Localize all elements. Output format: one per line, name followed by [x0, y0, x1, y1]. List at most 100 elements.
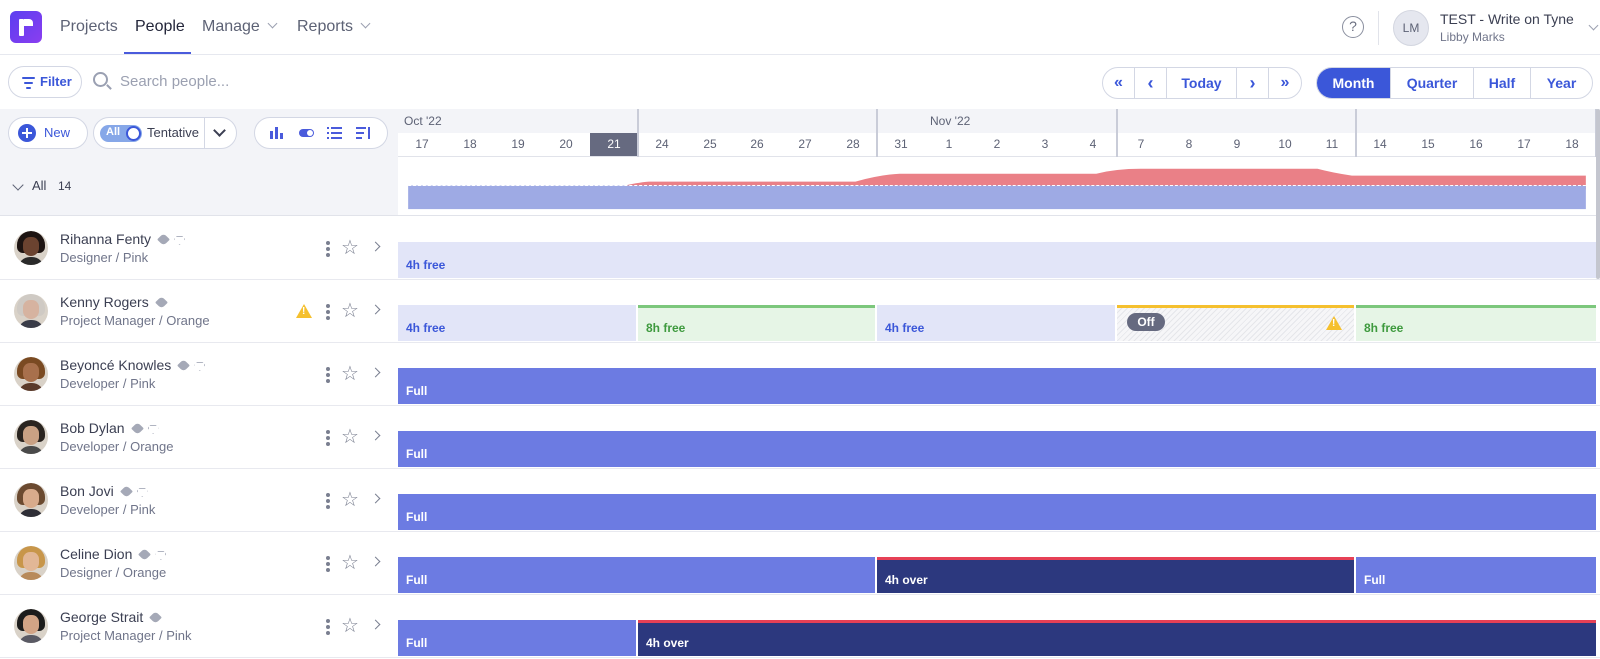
chevron-right-icon[interactable] [370, 619, 381, 630]
favorite-star-icon[interactable]: ☆ [341, 616, 359, 636]
person-name[interactable]: George Strait [60, 609, 163, 625]
collapse-chevron-icon[interactable] [12, 179, 24, 191]
allocation-full[interactable]: Full [1356, 557, 1596, 593]
favorite-star-icon[interactable]: ☆ [341, 553, 359, 573]
bar-chart-icon[interactable] [268, 124, 286, 142]
person-name[interactable]: Bon Jovi [60, 483, 148, 499]
allocation-freeg[interactable]: 8h free [638, 305, 875, 341]
prev-page-icon[interactable]: ‹ [1135, 68, 1167, 98]
favorite-star-icon[interactable]: ☆ [341, 301, 359, 321]
nav-reports[interactable]: Reports [297, 0, 371, 54]
last-page-icon[interactable]: » [1269, 68, 1301, 98]
list-icon[interactable] [326, 124, 344, 142]
day-label: 26 [733, 133, 781, 156]
favorite-star-icon[interactable]: ☆ [341, 238, 359, 258]
divider [204, 118, 205, 148]
avatar[interactable] [14, 609, 48, 643]
chevron-right-icon[interactable] [370, 430, 381, 441]
allocation-full[interactable]: Full [398, 620, 636, 656]
day-label: 31 [877, 133, 925, 156]
view-year-button[interactable]: Year [1531, 68, 1592, 98]
favorite-star-icon[interactable]: ☆ [341, 427, 359, 447]
favorite-star-icon[interactable]: ☆ [341, 364, 359, 384]
account-avatar[interactable]: LM [1393, 10, 1429, 46]
help-icon[interactable]: ? [1342, 16, 1364, 38]
person-role: Developer / Orange [60, 439, 174, 454]
person-info[interactable]: Kenny Rogers Project Manager / Orange ☆ [0, 280, 398, 342]
summary-row[interactable]: All 14 [0, 157, 398, 216]
more-options-icon[interactable] [326, 556, 330, 574]
person-info[interactable]: Celine Dion Designer / Orange ☆ [0, 532, 398, 594]
avatar[interactable] [14, 546, 48, 580]
nav-projects[interactable]: Projects [60, 0, 118, 54]
more-options-icon[interactable] [326, 241, 330, 259]
favorite-star-icon[interactable]: ☆ [341, 490, 359, 510]
person-role: Designer / Orange [60, 565, 167, 580]
next-page-icon[interactable]: › [1237, 68, 1269, 98]
person-role: Developer / Pink [60, 376, 156, 391]
more-options-icon[interactable] [326, 493, 330, 511]
chevron-right-icon[interactable] [370, 367, 381, 378]
person-name[interactable]: Kenny Rogers [60, 294, 168, 310]
account-title[interactable]: TEST - Write on Tyne [1440, 11, 1574, 27]
allocation-free[interactable]: 4h free [877, 305, 1115, 341]
nav-people[interactable]: People [124, 0, 191, 54]
person-name[interactable]: Beyoncé Knowles [60, 357, 206, 373]
allocation-freeg[interactable]: 8h free [1356, 305, 1596, 341]
toggle-label: All [106, 126, 121, 138]
allocation-off[interactable]: Off [1117, 305, 1354, 341]
chevron-right-icon[interactable] [370, 493, 381, 504]
day-label: 28 [829, 133, 877, 156]
more-options-icon[interactable] [326, 367, 330, 385]
nav-manage[interactable]: Manage [202, 0, 278, 54]
allocation-full[interactable]: Full [398, 368, 1596, 404]
new-button[interactable]: New [8, 117, 88, 149]
view-quarter-button[interactable]: Quarter [1391, 68, 1474, 98]
allocation-free[interactable]: 4h free [398, 242, 1596, 278]
allocation-full[interactable]: Full [398, 557, 875, 593]
today-button[interactable]: Today [1167, 68, 1237, 98]
first-page-icon[interactable]: « [1103, 68, 1135, 98]
sort-icon[interactable] [355, 124, 373, 142]
more-options-icon[interactable] [326, 430, 330, 448]
person-info[interactable]: Bon Jovi Developer / Pink ☆ [0, 469, 398, 531]
tentative-toggle[interactable]: All [100, 125, 142, 142]
allocation-full[interactable]: Full [398, 494, 1596, 530]
avatar[interactable] [14, 483, 48, 517]
allocation-free[interactable]: 4h free [398, 305, 636, 341]
avatar[interactable] [14, 294, 48, 328]
vertical-scrollbar[interactable] [1596, 109, 1600, 279]
account-chevron-down-icon[interactable] [1588, 20, 1599, 31]
allocation-full[interactable]: Full [398, 431, 1596, 467]
allocation-lane: Full [398, 343, 1596, 405]
allocation-over[interactable]: 4h over [877, 557, 1354, 593]
person-info[interactable]: Bob Dylan Developer / Orange ☆ [0, 406, 398, 468]
chevron-right-icon[interactable] [370, 241, 381, 252]
person-name-text: George Strait [60, 609, 144, 625]
more-options-icon[interactable] [326, 619, 330, 637]
search-input[interactable] [120, 70, 420, 92]
avatar[interactable] [14, 231, 48, 265]
view-half-button[interactable]: Half [1474, 68, 1531, 98]
avatar[interactable] [14, 357, 48, 391]
chevron-right-icon[interactable] [370, 556, 381, 567]
more-options-icon[interactable] [326, 304, 330, 322]
person-name[interactable]: Bob Dylan [60, 420, 159, 436]
date-pager: « ‹ Today › » [1102, 67, 1302, 99]
chevron-down-icon[interactable] [213, 124, 226, 137]
view-month-button[interactable]: Month [1317, 68, 1391, 98]
person-name-text: Kenny Rogers [60, 294, 149, 310]
chevron-right-icon[interactable] [370, 304, 381, 315]
allocation-over[interactable]: 4h over [638, 620, 1596, 656]
person-name[interactable]: Celine Dion [60, 546, 167, 562]
toggle-icon[interactable] [298, 124, 316, 142]
person-name-text: Rihanna Fenty [60, 231, 152, 247]
person-info[interactable]: George Strait Project Manager / Pink ☆ [0, 595, 398, 657]
avatar[interactable] [14, 420, 48, 454]
person-name-text: Beyoncé Knowles [60, 357, 172, 373]
person-info[interactable]: Beyoncé Knowles Developer / Pink ☆ [0, 343, 398, 405]
app-logo-icon[interactable] [10, 11, 42, 43]
person-name[interactable]: Rihanna Fenty [60, 231, 186, 247]
filter-button[interactable]: Filter [8, 66, 82, 98]
person-info[interactable]: Rihanna Fenty Designer / Pink ☆ [0, 217, 398, 279]
